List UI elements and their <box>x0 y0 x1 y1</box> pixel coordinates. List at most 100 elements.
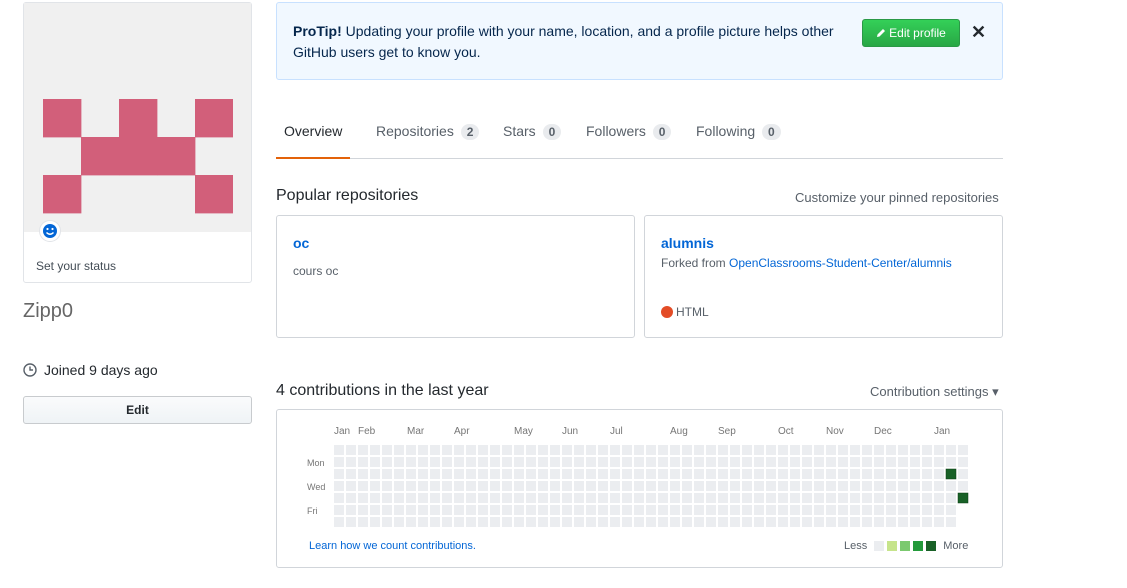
contribution-day[interactable] <box>478 493 488 503</box>
contribution-day[interactable] <box>910 445 920 455</box>
contribution-day[interactable] <box>922 493 932 503</box>
repo-name-link[interactable]: alumnis <box>661 235 714 251</box>
contribution-day[interactable] <box>334 493 344 503</box>
contribution-day[interactable] <box>778 517 788 527</box>
contribution-day[interactable] <box>766 493 776 503</box>
contribution-day[interactable] <box>526 469 536 479</box>
contribution-day[interactable] <box>682 445 692 455</box>
contribution-day[interactable] <box>670 457 680 467</box>
contribution-day[interactable] <box>334 517 344 527</box>
contribution-day[interactable] <box>826 481 836 491</box>
contribution-day[interactable] <box>802 469 812 479</box>
contribution-day[interactable] <box>478 457 488 467</box>
contribution-day[interactable] <box>538 481 548 491</box>
contribution-day[interactable] <box>922 445 932 455</box>
contribution-day[interactable] <box>442 445 452 455</box>
contribution-day[interactable] <box>754 505 764 515</box>
close-icon[interactable]: ✕ <box>971 21 986 43</box>
contribution-day[interactable] <box>718 457 728 467</box>
contribution-day[interactable] <box>718 505 728 515</box>
contribution-day[interactable] <box>454 505 464 515</box>
contribution-day[interactable] <box>706 469 716 479</box>
contribution-day[interactable] <box>766 481 776 491</box>
contribution-day[interactable] <box>790 445 800 455</box>
contribution-day[interactable] <box>874 505 884 515</box>
contribution-day[interactable] <box>610 481 620 491</box>
contribution-day[interactable] <box>862 493 872 503</box>
contribution-day[interactable] <box>718 445 728 455</box>
contribution-day[interactable] <box>730 469 740 479</box>
contribution-day[interactable] <box>682 481 692 491</box>
contribution-day[interactable] <box>838 493 848 503</box>
contribution-day[interactable] <box>514 469 524 479</box>
contribution-day[interactable] <box>910 517 920 527</box>
contribution-day[interactable] <box>754 493 764 503</box>
contribution-day[interactable] <box>550 457 560 467</box>
contribution-day[interactable] <box>898 505 908 515</box>
contribution-day[interactable] <box>598 517 608 527</box>
contribution-day[interactable] <box>658 457 668 467</box>
contribution-day[interactable] <box>850 517 860 527</box>
contribution-day[interactable] <box>538 493 548 503</box>
contribution-day[interactable] <box>430 493 440 503</box>
contribution-day[interactable] <box>874 457 884 467</box>
contribution-day[interactable] <box>802 457 812 467</box>
contribution-day[interactable] <box>538 469 548 479</box>
contribution-day[interactable] <box>838 517 848 527</box>
contribution-day[interactable] <box>478 481 488 491</box>
contribution-day[interactable] <box>790 505 800 515</box>
contribution-day[interactable] <box>430 457 440 467</box>
contribution-day[interactable] <box>862 517 872 527</box>
contribution-day[interactable] <box>862 457 872 467</box>
contribution-day[interactable] <box>442 493 452 503</box>
contribution-day[interactable] <box>394 505 404 515</box>
contribution-day[interactable] <box>454 457 464 467</box>
contribution-day[interactable] <box>694 445 704 455</box>
contribution-day[interactable] <box>538 505 548 515</box>
contribution-day[interactable] <box>658 481 668 491</box>
contribution-day[interactable] <box>778 505 788 515</box>
contribution-day[interactable] <box>586 517 596 527</box>
contribution-day[interactable] <box>490 457 500 467</box>
contribution-day[interactable] <box>646 469 656 479</box>
contribution-day[interactable] <box>742 457 752 467</box>
contribution-day[interactable] <box>394 481 404 491</box>
contribution-day[interactable] <box>706 445 716 455</box>
contribution-day[interactable] <box>622 505 632 515</box>
contribution-day[interactable] <box>514 505 524 515</box>
contribution-day[interactable] <box>945 468 957 480</box>
contribution-day[interactable] <box>814 517 824 527</box>
contribution-day[interactable] <box>382 469 392 479</box>
contribution-day[interactable] <box>742 505 752 515</box>
contribution-day[interactable] <box>418 481 428 491</box>
contribution-day[interactable] <box>862 445 872 455</box>
contribution-day[interactable] <box>958 469 968 479</box>
contribution-day[interactable] <box>430 469 440 479</box>
contribution-day[interactable] <box>526 493 536 503</box>
contribution-day[interactable] <box>826 445 836 455</box>
contribution-day[interactable] <box>730 457 740 467</box>
contribution-day[interactable] <box>550 469 560 479</box>
contribution-day[interactable] <box>454 445 464 455</box>
contribution-day[interactable] <box>466 445 476 455</box>
contribution-day[interactable] <box>562 481 572 491</box>
contribution-day[interactable] <box>754 445 764 455</box>
contribution-day[interactable] <box>934 481 944 491</box>
contribution-day[interactable] <box>706 517 716 527</box>
contribution-day[interactable] <box>670 481 680 491</box>
contribution-day[interactable] <box>550 505 560 515</box>
contribution-day[interactable] <box>442 457 452 467</box>
contribution-day[interactable] <box>454 469 464 479</box>
contribution-day[interactable] <box>586 493 596 503</box>
contribution-day[interactable] <box>814 457 824 467</box>
contribution-day[interactable] <box>406 457 416 467</box>
contribution-day[interactable] <box>430 481 440 491</box>
contribution-day[interactable] <box>862 505 872 515</box>
contribution-day[interactable] <box>646 481 656 491</box>
contribution-day[interactable] <box>334 469 344 479</box>
contribution-day[interactable] <box>742 469 752 479</box>
contribution-day[interactable] <box>694 493 704 503</box>
contribution-day[interactable] <box>442 481 452 491</box>
contribution-day[interactable] <box>730 481 740 491</box>
contribution-day[interactable] <box>574 469 584 479</box>
